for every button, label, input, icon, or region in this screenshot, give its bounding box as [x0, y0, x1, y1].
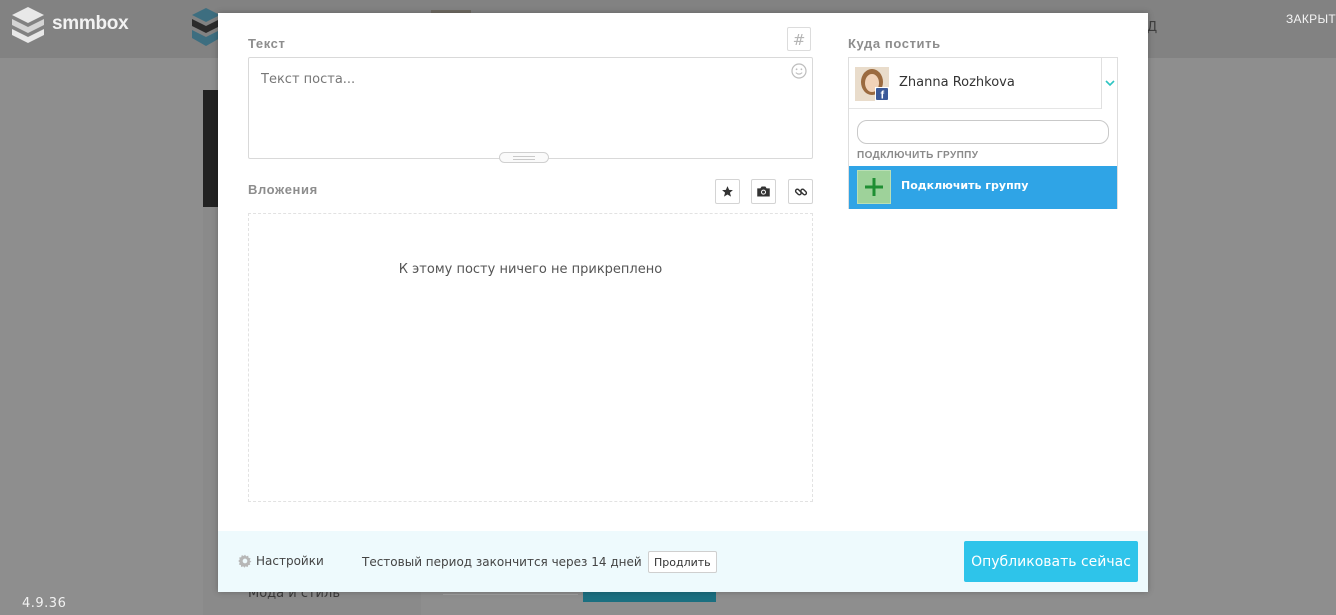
link-button[interactable]	[788, 179, 813, 204]
plus-icon	[865, 178, 883, 196]
group-section-header: ПОДКЛЮЧИТЬ ГРУППУ	[857, 150, 979, 161]
settings-button[interactable]: Настройки	[238, 554, 324, 568]
attachments-dropzone: К этому посту ничего не прикреплено	[248, 213, 813, 502]
close-link[interactable]: ЗАКРЫТ	[1286, 12, 1336, 26]
photo-button[interactable]	[751, 179, 776, 204]
post-text-input[interactable]	[248, 57, 813, 159]
attachments-label: Вложения	[248, 182, 318, 197]
modal-footer: Настройки Тестовый период закончится чер…	[218, 531, 1148, 592]
smile-icon[interactable]	[791, 63, 807, 79]
camera-icon	[757, 186, 770, 197]
connect-group-label: Подключить группу	[901, 179, 1029, 192]
chevron-down-icon	[1104, 80, 1115, 87]
star-icon	[722, 186, 733, 197]
targets-label: Куда постить	[848, 36, 941, 51]
empty-attachments-text: К этому посту ничего не прикреплено	[398, 262, 663, 277]
publish-now-button[interactable]: Опубликовать сейчас	[964, 541, 1138, 582]
post-composer-modal: Текст # Вложения К этому посту ничего не…	[218, 13, 1148, 592]
plus-box	[857, 170, 891, 204]
version-label: 4.9.36	[22, 596, 67, 611]
account-selector: f Zhanna Rozhkova ПОДКЛЮЧИТЬ ГРУППУ Подк…	[848, 57, 1118, 209]
connect-group-button[interactable]: Подключить группу	[849, 166, 1117, 209]
app-logo[interactable]: smmbox	[10, 5, 129, 43]
textarea-resize-handle[interactable]	[499, 152, 549, 163]
account-name: Zhanna Rozhkova	[899, 75, 1015, 90]
bg-divider	[443, 594, 578, 595]
header-fragment: Д	[1147, 20, 1158, 35]
link-icon	[794, 188, 807, 195]
settings-label: Настройки	[256, 554, 324, 568]
svg-text:f: f	[881, 90, 885, 102]
favorites-button[interactable]	[715, 179, 740, 204]
logo-icon	[12, 7, 44, 43]
bg-sidebar-header	[203, 90, 219, 207]
text-label: Текст	[248, 36, 286, 51]
avatar: f	[855, 67, 889, 101]
selected-account[interactable]: f Zhanna Rozhkova	[849, 58, 1101, 109]
hashtag-button[interactable]: #	[787, 27, 811, 51]
account-dropdown-toggle[interactable]	[1101, 58, 1117, 109]
group-search-input[interactable]	[857, 120, 1109, 144]
logo-text: smmbox	[52, 13, 129, 34]
extend-button[interactable]: Продлить	[648, 551, 717, 573]
trial-period-text: Тестовый период закончится через 14 дней	[362, 555, 642, 569]
gear-icon	[238, 554, 252, 568]
